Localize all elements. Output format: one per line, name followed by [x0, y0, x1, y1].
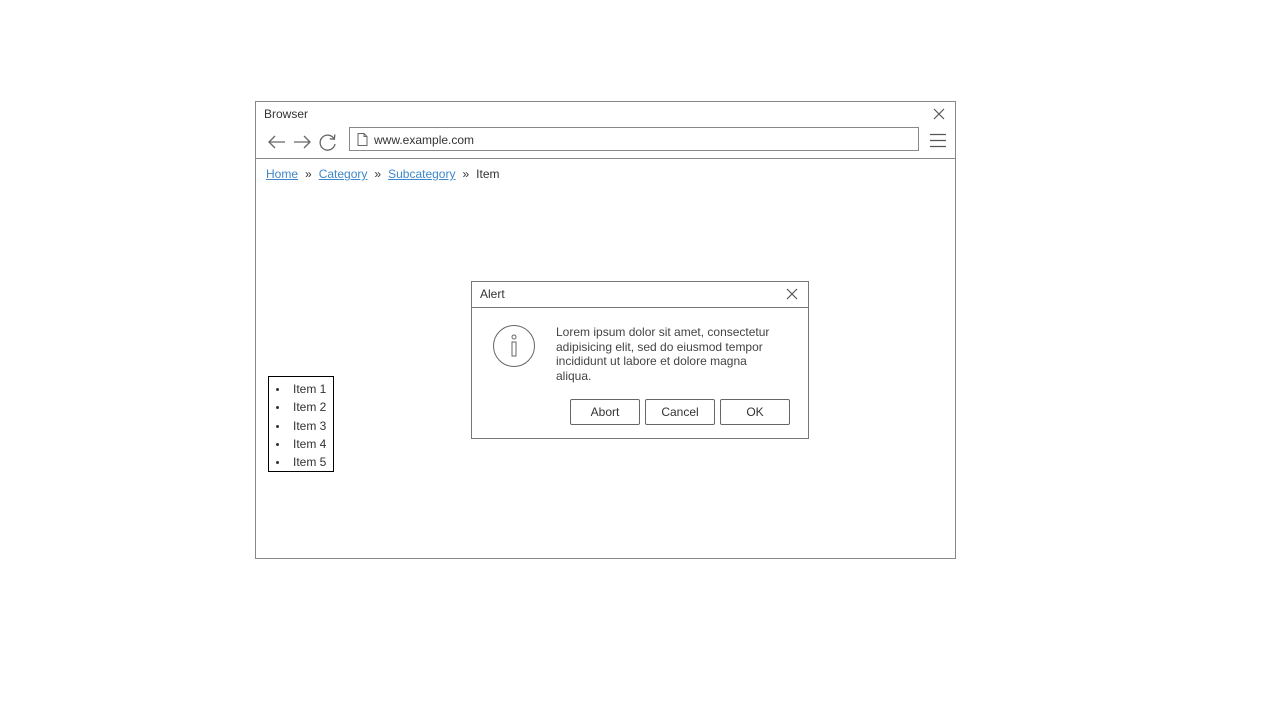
breadcrumb-separator: » [462, 167, 470, 181]
list-item[interactable]: Item 4 [269, 436, 333, 454]
dialog-title: Alert [480, 287, 505, 301]
abort-button[interactable]: Abort [570, 399, 640, 425]
breadcrumb-separator: » [374, 167, 382, 181]
list-item-label: Item 3 [293, 418, 327, 433]
breadcrumb-current: Item [476, 167, 500, 181]
list-item-label: Item 4 [293, 436, 327, 451]
list-item-label: Item 5 [293, 455, 327, 470]
browser-toolbar: www.example.com [256, 126, 955, 159]
reload-icon[interactable] [317, 132, 339, 152]
hamburger-menu-icon[interactable] [929, 132, 947, 148]
dialog-header: Alert [472, 282, 808, 308]
url-text: www.example.com [374, 133, 475, 147]
alert-dialog: Alert Lorem ipsum dolor sit amet, consec… [471, 281, 809, 439]
dialog-close-icon[interactable] [785, 287, 799, 301]
address-bar[interactable]: www.example.com [349, 127, 919, 151]
forward-arrow-icon[interactable] [291, 132, 313, 152]
list-item[interactable]: Item 5 [269, 454, 333, 472]
bullet-icon [276, 388, 279, 391]
bullet-icon [276, 406, 279, 410]
list-item[interactable]: Item 1 [269, 381, 333, 399]
bullet-icon [276, 461, 279, 465]
list-item-label: Item 2 [293, 400, 327, 415]
dialog-message: Lorem ipsum dolor sit amet, consectetur … [556, 325, 770, 383]
browser-titlebar: Browser [256, 102, 955, 126]
breadcrumb-link-home[interactable]: Home [266, 167, 298, 181]
browser-close-icon[interactable] [932, 107, 946, 121]
bullet-icon [276, 424, 279, 428]
list-item[interactable]: Item 2 [269, 399, 333, 417]
bullet-icon [276, 442, 279, 446]
page-icon [357, 133, 368, 151]
breadcrumb-link-category[interactable]: Category [319, 167, 368, 181]
breadcrumb-separator: » [305, 167, 312, 181]
back-arrow-icon[interactable] [266, 132, 288, 152]
cancel-button[interactable]: Cancel [645, 399, 715, 425]
list-item[interactable]: Item 3 [269, 418, 333, 436]
list-item-label: Item 1 [293, 382, 327, 396]
item-list: Item 1 Item 2 Item 3 Item 4 Item 5 [268, 376, 334, 472]
ok-button[interactable]: OK [720, 399, 790, 425]
breadcrumb: Home » Category » Subcategory » Item [266, 167, 500, 181]
browser-title: Browser [264, 107, 309, 121]
breadcrumb-link-subcategory[interactable]: Subcategory [388, 167, 455, 181]
info-icon [492, 324, 536, 373]
